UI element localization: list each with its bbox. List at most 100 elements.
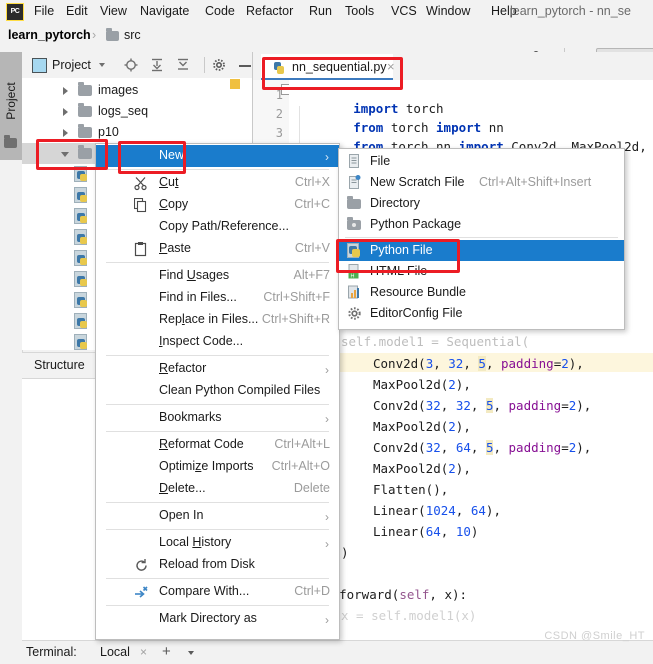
folder-icon <box>78 103 92 117</box>
context-menu-item-paste[interactable]: Paste Ctrl+V <box>96 238 339 260</box>
python-file-icon <box>74 334 88 350</box>
scissors-icon <box>134 176 149 191</box>
context-menu-item-local-history[interactable]: Local History › <box>96 532 339 554</box>
tree-item-logs-seq[interactable]: logs_seq <box>22 101 252 122</box>
terminal-label[interactable]: Terminal: <box>26 645 77 659</box>
context-menu-item-mark-directory-as[interactable]: Mark Directory as › <box>96 608 339 630</box>
minimize-icon[interactable] <box>238 58 252 72</box>
tool-tab-project[interactable]: Project <box>0 52 22 160</box>
editor-tab-label: nn_sequential.py <box>292 60 387 74</box>
code-line-conv3: Conv2d(32, 64, 5, padding=2), <box>373 440 592 455</box>
chevron-right-icon: › <box>325 150 329 164</box>
menu-separator <box>106 529 329 530</box>
target-icon[interactable] <box>124 58 138 72</box>
pycharm-window: PC File Edit View Navigate Code Refactor… <box>0 0 653 664</box>
menu-vcs[interactable]: VCS <box>387 3 421 20</box>
chevron-down-icon[interactable] <box>188 651 194 655</box>
menu-code[interactable]: Code <box>201 3 239 20</box>
chevron-right-icon[interactable] <box>63 87 68 95</box>
tree-item-images[interactable]: images <box>22 80 252 101</box>
close-icon[interactable]: × <box>387 59 395 74</box>
submenu-item-resource-bundle[interactable]: Resource Bundle <box>339 282 624 303</box>
menu-item-label: Replace in Files... <box>159 312 259 326</box>
gear-icon[interactable] <box>212 58 226 72</box>
context-menu-item-bookmarks[interactable]: Bookmarks › <box>96 407 339 429</box>
menu-tools[interactable]: Tools <box>341 3 378 20</box>
context-menu-item-copy-path[interactable]: Copy Path/Reference... <box>96 216 339 238</box>
scratch-file-icon <box>347 175 362 190</box>
menu-item-label: Local History <box>159 535 232 549</box>
chevron-right-icon[interactable] <box>63 108 68 116</box>
menu-run[interactable]: Run <box>305 3 336 20</box>
editor-tab-nn-sequential[interactable]: nn_sequential.py × <box>261 54 395 78</box>
context-menu-item-find-in-files[interactable]: Find in Files... Ctrl+Shift+F <box>96 287 339 309</box>
submenu-item-label: New Scratch File <box>370 175 465 189</box>
submenu-item-label: Python File <box>370 243 433 257</box>
context-menu-item-clean-compiled[interactable]: Clean Python Compiled Files <box>96 380 339 402</box>
python-file-icon <box>74 313 88 329</box>
submenu-item-python-package[interactable]: Python Package <box>339 214 624 235</box>
context-menu-item-copy[interactable]: Copy Ctrl+C <box>96 194 339 216</box>
context-menu-item-refactor[interactable]: Refactor › <box>96 358 339 380</box>
context-menu-item-optimize-imports[interactable]: Optimize Imports Ctrl+Alt+O <box>96 456 339 478</box>
context-menu-item-replace-in-files[interactable]: Replace in Files... Ctrl+Shift+R <box>96 309 339 331</box>
submenu-item-python-file[interactable]: Python File <box>339 240 624 261</box>
menu-item-label: Compare With... <box>159 584 250 598</box>
add-icon[interactable]: + <box>162 643 171 660</box>
menu-refactor[interactable]: Refactor <box>242 3 297 20</box>
submenu-item-label: Resource Bundle <box>370 285 466 299</box>
submenu-item-html-file[interactable]: H HTML File <box>339 261 624 282</box>
menu-edit[interactable]: Edit <box>62 3 92 20</box>
menu-bar: PC File Edit View Navigate Code Refactor… <box>0 0 653 22</box>
menu-view[interactable]: View <box>96 3 131 20</box>
menu-file[interactable]: File <box>30 3 58 20</box>
divider <box>204 57 205 73</box>
tool-tab-project-label: Project <box>4 82 18 120</box>
menu-window[interactable]: Window <box>422 3 474 20</box>
close-icon[interactable]: × <box>140 645 147 659</box>
code-line-pool1: MaxPool2d(2), <box>373 377 471 392</box>
submenu-item-editorconfig-file[interactable]: EditorConfig File <box>339 303 624 324</box>
context-menu-item-reformat-code[interactable]: Reformat Code Ctrl+Alt+L <box>96 434 339 456</box>
expand-all-icon[interactable] <box>176 58 190 72</box>
menu-item-label: Copy Path/Reference... <box>159 219 289 233</box>
context-menu-item-new[interactable]: New › <box>96 145 339 167</box>
context-menu-item-reload-from-disk[interactable]: Reload from Disk <box>96 554 339 576</box>
terminal-tab-local[interactable]: Local <box>100 645 130 659</box>
menu-separator <box>106 404 329 405</box>
tree-item-p10[interactable]: p10 <box>22 122 252 143</box>
context-menu-item-cut[interactable]: Cut Ctrl+X <box>96 172 339 194</box>
breadcrumb-src[interactable]: src <box>124 28 141 42</box>
context-menu-item-find-usages[interactable]: Find Usages Alt+F7 <box>96 265 339 287</box>
compare-icon <box>134 585 149 600</box>
menu-separator <box>345 237 618 238</box>
menu-item-label: Refactor <box>159 361 207 375</box>
menu-item-shortcut: Alt+F7 <box>293 268 330 282</box>
menu-separator <box>106 169 329 170</box>
submenu-item-new-scratch-file[interactable]: New Scratch File Ctrl+Alt+Shift+Insert <box>339 172 624 193</box>
menu-item-label: Optimize Imports <box>159 459 254 473</box>
chevron-right-icon: › <box>325 363 329 377</box>
context-menu-item-delete[interactable]: Delete... Delete <box>96 478 339 500</box>
watermark: CSDN @Smile_HT <box>544 630 645 642</box>
menu-navigate[interactable]: Navigate <box>136 3 193 20</box>
context-menu-item-open-in[interactable]: Open In › <box>96 505 339 527</box>
submenu-item-file[interactable]: File <box>339 151 624 172</box>
context-menu-item-compare-with[interactable]: Compare With... Ctrl+D <box>96 581 339 603</box>
breadcrumb-project[interactable]: learn_pytorch <box>8 28 91 42</box>
chevron-right-icon: › <box>325 537 329 551</box>
submenu-item-directory[interactable]: Directory <box>339 193 624 214</box>
project-window-icon <box>32 58 47 73</box>
navigation-bar: learn_pytorch › src nn_seque <box>0 22 653 71</box>
context-menu-item-inspect-code[interactable]: Inspect Code... <box>96 331 339 353</box>
chevron-right-icon[interactable] <box>63 129 68 137</box>
code-line-linear2: Linear(64, 10) <box>373 524 479 539</box>
folder-icon <box>4 135 17 148</box>
chevron-down-icon[interactable] <box>96 58 110 72</box>
chevron-down-icon[interactable] <box>61 152 69 157</box>
menu-item-label: Mark Directory as <box>159 611 257 625</box>
menu-item-label: Clean Python Compiled Files <box>159 383 321 397</box>
menu-item-shortcut: Ctrl+Shift+F <box>263 290 330 304</box>
collapse-all-icon[interactable] <box>150 58 164 72</box>
gear-icon <box>347 306 362 321</box>
